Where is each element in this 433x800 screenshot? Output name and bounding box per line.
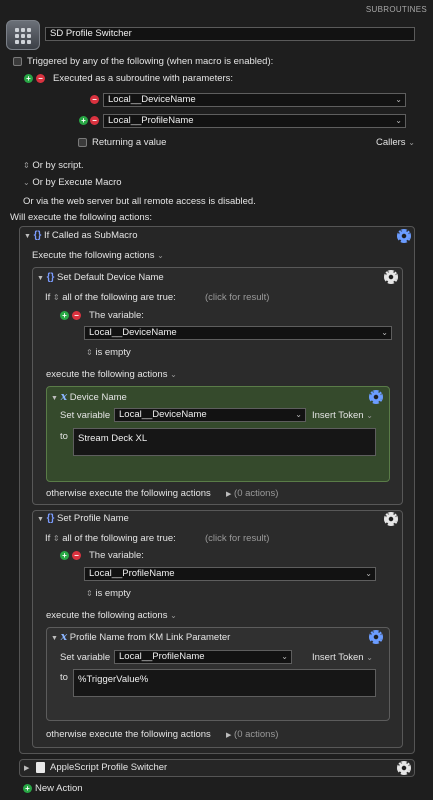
document-icon	[36, 762, 45, 773]
param-1-field[interactable]: Local__DeviceName ⌄	[103, 93, 406, 107]
remove-condition-button[interactable]: −	[72, 311, 81, 320]
remove-param-2-button[interactable]: −	[90, 116, 99, 125]
new-action-icon[interactable]: +	[23, 784, 32, 793]
block2-variable-label: The variable:	[89, 550, 144, 561]
to-value-field[interactable]: %TriggerValue%	[73, 669, 376, 697]
to-value-field[interactable]: Stream Deck XL	[73, 428, 376, 456]
macro-icon[interactable]	[6, 20, 40, 50]
profile-name-header[interactable]: ▼ x Profile Name from KM Link Parameter	[51, 631, 230, 645]
block1-variable-field[interactable]: Local__DeviceName ⌄	[84, 326, 392, 340]
remove-param-1-button[interactable]: −	[90, 95, 99, 104]
add-param-button[interactable]: +	[79, 116, 88, 125]
device-name-header[interactable]: ▼ x Device Name	[51, 391, 127, 405]
submacro-exec-label: Execute the following actions ⌄	[32, 250, 164, 261]
block1-if-row[interactable]: If ⇕ all of the following are true:	[45, 292, 176, 304]
triggers-heading: Triggered by any of the following (when …	[27, 56, 274, 67]
block1-is-empty[interactable]: ⇕ is empty	[86, 347, 131, 359]
set-variable-label: Set variable	[60, 410, 111, 421]
trigger-enabled-checkbox[interactable]	[13, 57, 22, 66]
block1-otherwise-count[interactable]: ▶ (0 actions)	[226, 488, 278, 501]
section-title: SUBROUTINES	[365, 5, 427, 14]
block2-if-row[interactable]: If ⇕ all of the following are true:	[45, 533, 176, 545]
returning-value-checkbox[interactable]	[78, 138, 87, 147]
param-2-field[interactable]: Local__ProfileName ⌄	[103, 114, 406, 128]
remove-condition-button[interactable]: −	[72, 551, 81, 560]
block2-otherwise-label: otherwise execute the following actions	[46, 729, 211, 740]
action-gear-icon[interactable]	[369, 630, 383, 644]
to-label: to	[60, 672, 68, 683]
variable-x-icon: x	[60, 630, 68, 643]
actions-heading: Will execute the following actions:	[10, 212, 153, 223]
to-label: to	[60, 431, 68, 442]
disclosure-closed-icon[interactable]: ▶	[24, 762, 29, 775]
add-trigger-button[interactable]: +	[24, 74, 33, 83]
applescript-title: AppleScript Profile Switcher	[50, 762, 168, 773]
block1-variable-label: The variable:	[89, 310, 144, 321]
or-by-execute-macro[interactable]: ⌄ Or by Execute Macro	[23, 177, 122, 189]
action-gear-icon[interactable]	[397, 761, 411, 775]
new-action-button[interactable]: New Action	[35, 783, 83, 795]
disclosure-open-icon[interactable]: ▼	[51, 395, 58, 402]
or-by-script[interactable]: ⇕ Or by script.	[23, 160, 84, 172]
block1-click-result[interactable]: (click for result)	[205, 292, 269, 304]
variable-x-icon: x	[60, 390, 68, 403]
block1-otherwise-label: otherwise execute the following actions	[46, 488, 211, 499]
action-gear-icon[interactable]	[369, 390, 383, 404]
block2-click-result[interactable]: (click for result)	[205, 533, 269, 545]
insert-token-menu[interactable]: Insert Token ⌄	[312, 410, 373, 422]
chevron-updown-icon: ⇕	[23, 161, 30, 170]
set-variable-field[interactable]: Local__ProfileName ⌄	[114, 650, 292, 664]
block2-header[interactable]: ▼ {} Set Profile Name	[37, 513, 129, 526]
insert-token-menu[interactable]: Insert Token ⌄	[312, 652, 373, 664]
set-variable-field[interactable]: Local__DeviceName ⌄	[114, 408, 306, 422]
add-condition-button[interactable]: +	[60, 551, 69, 560]
disclosure-open-icon[interactable]: ▼	[37, 516, 44, 523]
subroutine-label: Executed as a subroutine with parameters…	[53, 73, 234, 84]
block2-exec-label: execute the following actions ⌄	[46, 610, 177, 621]
set-variable-label: Set variable	[60, 652, 111, 663]
action-gear-icon[interactable]	[397, 229, 411, 243]
callers-menu[interactable]: Callers ⌄	[376, 137, 415, 149]
block2-variable-field[interactable]: Local__ProfileName ⌄	[84, 567, 376, 581]
if-then-icon: {}	[46, 513, 55, 524]
disclosure-open-icon[interactable]: ▼	[24, 233, 31, 240]
web-server-note: Or via the web server but all remote acc…	[23, 196, 256, 207]
block1-exec-label: execute the following actions ⌄	[46, 369, 177, 380]
disclosure-open-icon[interactable]: ▼	[51, 635, 58, 642]
chevron-down-icon: ⌄	[23, 178, 30, 187]
submacro-header[interactable]: ▼ {} If Called as SubMacro	[24, 230, 137, 243]
block2-otherwise-count[interactable]: ▶ (0 actions)	[226, 729, 278, 742]
action-gear-icon[interactable]	[384, 270, 398, 284]
macro-name-field[interactable]: SD Profile Switcher	[45, 27, 415, 41]
disclosure-open-icon[interactable]: ▼	[37, 275, 44, 282]
add-condition-button[interactable]: +	[60, 311, 69, 320]
if-then-icon: {}	[33, 230, 42, 241]
action-gear-icon[interactable]	[384, 512, 398, 526]
remove-trigger-button[interactable]: −	[36, 74, 45, 83]
if-then-icon: {}	[46, 272, 55, 283]
block1-header[interactable]: ▼ {} Set Default Device Name	[37, 272, 164, 285]
returning-value-label: Returning a value	[92, 137, 167, 148]
block2-is-empty[interactable]: ⇕ is empty	[86, 588, 131, 600]
